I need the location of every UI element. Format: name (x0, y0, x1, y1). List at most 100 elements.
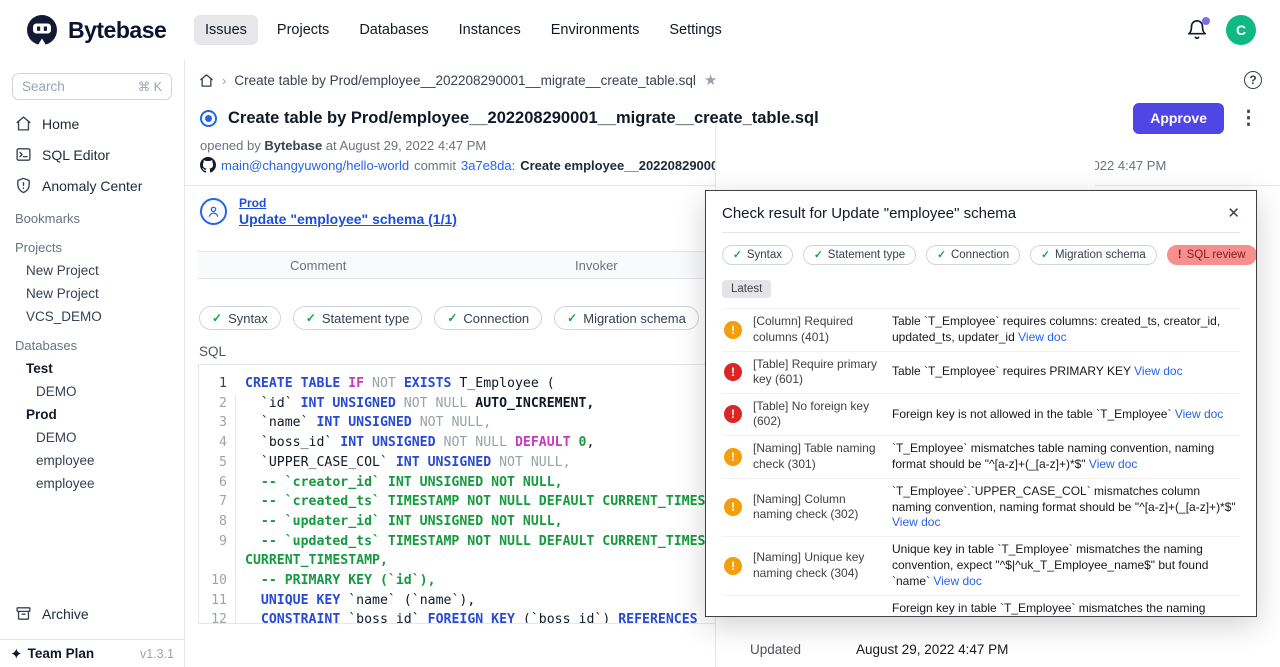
check-badge-label: Migration schema (583, 311, 686, 326)
check-result-list: ![Column] Required columns (401)Table `T… (722, 308, 1240, 617)
navbar-item-settings[interactable]: Settings (658, 15, 732, 45)
sidebar-item-test[interactable]: Test (0, 357, 184, 380)
latest-filter-chip[interactable]: Latest (722, 280, 771, 298)
navbar-item-projects[interactable]: Projects (266, 15, 340, 45)
person-icon (206, 204, 221, 219)
side-panel-updated-row: Updated August 29, 2022 4:47 PM (750, 642, 1085, 657)
navbar-item-environments[interactable]: Environments (540, 15, 651, 45)
vcs-commit-hash-link[interactable]: 3a7e8da: (461, 158, 515, 173)
check-result-row: ![Column] Required columns (401)Table `T… (722, 309, 1240, 352)
check-result-row: ![Table] No foreign key (602)Foreign key… (722, 394, 1240, 436)
check-rule-description: `T_Employee`.`UPPER_CASE_COL` mismatches… (892, 484, 1238, 531)
check-rule-title: [Naming] Unique key naming check (304) (753, 550, 881, 581)
approve-button[interactable]: Approve (1133, 103, 1224, 134)
vcs-branch-link[interactable]: main@changyuwong/hello-world (221, 158, 409, 173)
check-badge-label: Statement type (828, 249, 905, 261)
check-badge-connection[interactable]: ✓Connection (434, 306, 542, 330)
column-header-invoker: Invoker (575, 258, 618, 273)
view-doc-link[interactable]: View doc (892, 515, 940, 529)
line-number: 12 (199, 610, 236, 624)
sidebar-item-label: Anomaly Center (42, 178, 142, 194)
bytebase-app: Bytebase Issues Projects Databases Instance… (0, 0, 1280, 667)
plan-footer[interactable]: ✦ Team Plan v1.3.1 (0, 639, 184, 667)
view-doc-link[interactable]: View doc (1175, 407, 1223, 421)
sidebar-section-bookmarks: Bookmarks (0, 201, 184, 230)
warning-icon: ! (724, 557, 742, 575)
view-doc-link[interactable]: View doc (1018, 330, 1066, 344)
chevron-right-icon: › (222, 73, 226, 88)
check-result-modal: Check result for Update "employee" schem… (705, 190, 1257, 617)
check-fail-icon: ! (1178, 249, 1182, 261)
column-header-comment: Comment (290, 258, 346, 273)
view-doc-link[interactable]: View doc (933, 574, 981, 588)
warning-icon: ! (724, 498, 742, 516)
check-pass-icon: ✓ (306, 311, 316, 325)
help-icon[interactable]: ? (1244, 71, 1262, 89)
search-placeholder: Search (22, 79, 65, 94)
check-pass-icon: ✓ (212, 311, 222, 325)
check-badge-statement-type[interactable]: ✓Statement type (293, 306, 423, 330)
bytebase-logo-icon (25, 13, 59, 47)
brand[interactable]: Bytebase (0, 13, 186, 47)
check-rule-description: Table `T_Employee` requires PRIMARY KEY … (892, 364, 1238, 380)
navbar-menu: Issues Projects Databases Instances Environm… (194, 15, 733, 45)
kebab-menu-icon[interactable]: ⋮ (1239, 109, 1258, 128)
sidebar-item-anomaly-center[interactable]: Anomaly Center (0, 170, 184, 201)
check-pass-icon: ✓ (1041, 249, 1050, 261)
stage-task-link[interactable]: Update "employee" schema (1/1) (239, 211, 457, 227)
archive-icon (15, 605, 32, 622)
plan-name: Team Plan (28, 646, 95, 661)
sidebar-item-new-project[interactable]: New Project (0, 282, 184, 305)
check-rule-title: [Naming] Column naming check (302) (753, 492, 881, 523)
sidebar-item-label: Home (42, 116, 79, 132)
close-icon[interactable]: ✕ (1227, 204, 1240, 222)
shield-icon (15, 177, 32, 194)
navbar-item-issues[interactable]: Issues (194, 15, 258, 45)
issue-open-icon (200, 110, 217, 127)
user-avatar[interactable]: C (1226, 15, 1256, 45)
check-badge-migration-schema[interactable]: ✓ Migration schema (554, 306, 699, 330)
sidebar-item-demo[interactable]: DEMO (0, 426, 184, 449)
star-icon[interactable]: ★ (704, 71, 717, 89)
sidebar-item-vcs-demo[interactable]: VCS_DEMO (0, 305, 184, 328)
sidebar-item-employee[interactable]: employee (0, 449, 184, 472)
notifications-button[interactable] (1186, 19, 1208, 41)
github-icon (200, 157, 216, 173)
check-result-row: ![Naming] Unique key naming check (304)U… (722, 537, 1240, 595)
check-pass-icon: ✓ (567, 311, 577, 325)
line-number (199, 551, 236, 571)
sidebar-item-label: Archive (42, 606, 89, 622)
view-doc-link[interactable]: View doc (1134, 364, 1182, 378)
check-badge-syntax[interactable]: ✓ Syntax (199, 306, 281, 330)
app-version: v1.3.1 (140, 647, 174, 661)
check-badge-connection[interactable]: ✓Connection (926, 245, 1020, 265)
line-number: 6 (199, 473, 236, 493)
check-badge-sql-review[interactable]: !SQL review (1167, 245, 1257, 265)
sidebar-item-home[interactable]: Home (0, 108, 184, 139)
sidebar-item-employee[interactable]: employee (0, 472, 184, 495)
navbar-right: C (1186, 15, 1280, 45)
warning-icon: ! (724, 448, 742, 466)
brand-name: Bytebase (68, 17, 166, 44)
search-input[interactable]: Search ⌘ K (12, 73, 172, 100)
navbar-item-databases[interactable]: Databases (348, 15, 439, 45)
sidebar-item-sql-editor[interactable]: SQL Editor (0, 139, 184, 170)
terminal-icon (15, 146, 32, 163)
sidebar-item-archive[interactable]: Archive (0, 598, 184, 629)
sidebar-item-new-project[interactable]: New Project (0, 259, 184, 282)
sidebar-item-demo[interactable]: DEMO (0, 380, 184, 403)
stage-environment-link[interactable]: Prod (239, 196, 457, 210)
sidebar-sections: BookmarksProjectsNew ProjectNew ProjectV… (0, 201, 184, 495)
check-badge-migration-schema[interactable]: ✓Migration schema (1030, 245, 1157, 265)
navbar-item-instances[interactable]: Instances (448, 15, 532, 45)
error-icon: ! (724, 405, 742, 423)
check-badge-statement-type[interactable]: ✓Statement type (803, 245, 916, 265)
warning-icon: ! (724, 321, 742, 339)
sidebar-item-prod[interactable]: Prod (0, 403, 184, 426)
line-number: 9 (199, 532, 236, 552)
left-sidebar: Search ⌘ K Home SQL Editor Anomaly Cente… (0, 60, 185, 667)
home-icon[interactable] (199, 73, 214, 88)
check-badge-syntax[interactable]: ✓Syntax (722, 245, 793, 265)
view-doc-link[interactable]: View doc (1089, 457, 1137, 471)
check-badge-label: Syntax (228, 311, 268, 326)
